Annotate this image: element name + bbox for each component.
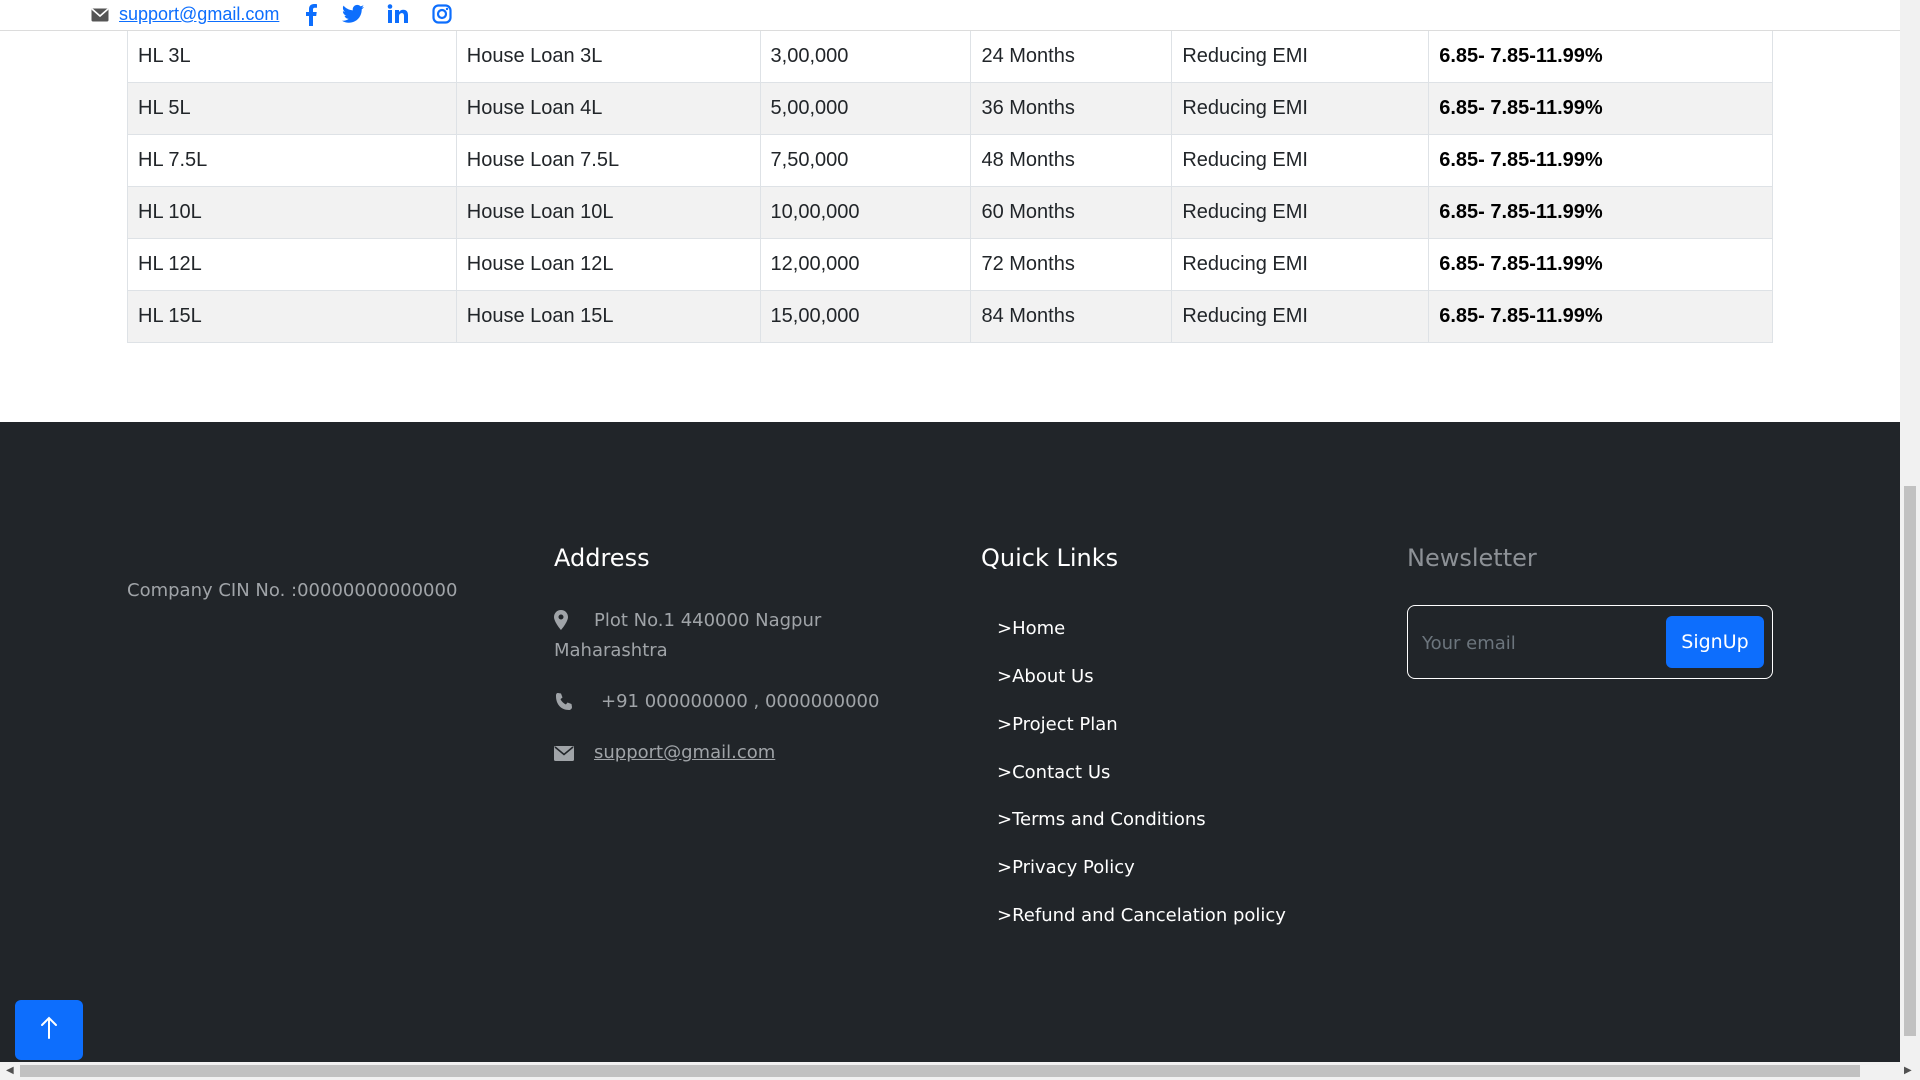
loan-amount-cell: 12,00,000: [759, 238, 972, 291]
instagram-icon[interactable]: [432, 4, 452, 29]
loan-name-cell: House Loan 4L: [455, 82, 761, 135]
table-row: HL 15L House Loan 15L 15,00,000 84 Months Re…: [127, 290, 1773, 343]
loan-code-cell: HL 3L: [127, 30, 457, 83]
interest-rate-cell: 6.85- 7.85-11.99%: [1428, 290, 1773, 343]
vertical-scroll-thumb[interactable]: [1904, 486, 1916, 1036]
scroll-left-icon[interactable]: ◀: [6, 1065, 14, 1076]
vertical-scrollbar[interactable]: [1900, 0, 1920, 1062]
newsletter-email-input[interactable]: [1420, 624, 1654, 662]
address-line-1: Plot No.1 440000 Nagpur: [594, 610, 822, 631]
quick-link-about-us[interactable]: >About Us: [997, 666, 1094, 687]
loan-name-cell: House Loan 10L: [455, 186, 761, 239]
facebook-icon[interactable]: [304, 4, 318, 31]
quick-link-project-plan[interactable]: >Project Plan: [997, 714, 1118, 735]
loan-tenure-cell: 72 Months: [970, 238, 1173, 291]
loan-amount-cell: 7,50,000: [759, 134, 972, 187]
phone-icon: [554, 692, 574, 716]
quick-link-contact-us[interactable]: >Contact Us: [997, 762, 1110, 783]
loan-code-cell: HL 10L: [127, 186, 457, 239]
back-to-top-button[interactable]: [15, 1000, 83, 1060]
top-email-link[interactable]: support@gmail.com: [119, 4, 279, 25]
loan-name-cell: House Loan 12L: [455, 238, 761, 291]
emi-type-cell: Reducing EMI: [1171, 290, 1430, 343]
loan-name-cell: House Loan 7.5L: [455, 134, 761, 187]
emi-type-cell: Reducing EMI: [1171, 186, 1430, 239]
loan-tenure-cell: 24 Months: [970, 30, 1173, 83]
horizontal-scrollbar[interactable]: ◀ ▶: [0, 1062, 1920, 1080]
company-cin: Company CIN No. :00000000000000: [127, 580, 458, 601]
loan-amount-cell: 10,00,000: [759, 186, 972, 239]
loan-code-cell: HL 7.5L: [127, 134, 457, 187]
table-row: HL 5L House Loan 4L 5,00,000 36 Months Reduc…: [127, 82, 1773, 135]
loan-tenure-cell: 36 Months: [970, 82, 1173, 135]
loan-tenure-cell: 60 Months: [970, 186, 1173, 239]
table-row: HL 10L House Loan 10L 10,00,000 60 Months Re…: [127, 186, 1773, 239]
loan-code-cell: HL 12L: [127, 238, 457, 291]
loan-table: HL 3L House Loan 3L 3,00,000 24 Months Reduc…: [127, 30, 1773, 343]
quick-links-heading: Quick Links: [981, 544, 1119, 572]
interest-rate-cell: 6.85- 7.85-11.99%: [1428, 30, 1773, 83]
table-row: HL 7.5L House Loan 7.5L 7,50,000 48 Months R…: [127, 134, 1773, 187]
envelope-icon: [91, 8, 109, 27]
interest-rate-cell: 6.85- 7.85-11.99%: [1428, 238, 1773, 291]
table-row: HL 12L House Loan 12L 12,00,000 72 Months Re…: [127, 238, 1773, 291]
top-bar: support@gmail.com: [0, 0, 1900, 31]
quick-link-refund[interactable]: >Refund and Cancelation policy: [997, 905, 1286, 926]
phone-number: +91 000000000 , 0000000000: [601, 691, 880, 712]
loan-table-container: HL 3L House Loan 3L 3,00,000 24 Months Reduc…: [127, 30, 1773, 343]
loan-code-cell: HL 15L: [127, 290, 457, 343]
interest-rate-cell: 6.85- 7.85-11.99%: [1428, 82, 1773, 135]
quick-link-home[interactable]: >Home: [997, 618, 1065, 639]
loan-amount-cell: 3,00,000: [759, 30, 972, 83]
envelope-icon: [554, 746, 574, 765]
interest-rate-cell: 6.85- 7.85-11.99%: [1428, 134, 1773, 187]
arrow-up-icon: [39, 1016, 59, 1045]
loan-code-cell: HL 5L: [127, 82, 457, 135]
newsletter-form: SignUp: [1407, 605, 1773, 679]
emi-type-cell: Reducing EMI: [1171, 238, 1430, 291]
quick-link-terms[interactable]: >Terms and Conditions: [997, 809, 1206, 830]
emi-type-cell: Reducing EMI: [1171, 30, 1430, 83]
quick-link-privacy[interactable]: >Privacy Policy: [997, 857, 1135, 878]
loan-name-cell: House Loan 3L: [455, 30, 761, 83]
address-heading: Address: [554, 544, 650, 572]
loan-tenure-cell: 48 Months: [970, 134, 1173, 187]
newsletter-heading: Newsletter: [1407, 544, 1537, 572]
address-line-2: Maharashtra: [554, 640, 668, 661]
map-marker-icon: [554, 610, 568, 634]
emi-type-cell: Reducing EMI: [1171, 82, 1430, 135]
twitter-icon[interactable]: [342, 4, 364, 29]
loan-tenure-cell: 84 Months: [970, 290, 1173, 343]
interest-rate-cell: 6.85- 7.85-11.99%: [1428, 186, 1773, 239]
table-row: HL 3L House Loan 3L 3,00,000 24 Months Reduc…: [127, 30, 1773, 83]
loan-amount-cell: 5,00,000: [759, 82, 972, 135]
loan-name-cell: House Loan 15L: [455, 290, 761, 343]
horizontal-scroll-thumb[interactable]: [20, 1065, 1860, 1077]
footer-email-link[interactable]: support@gmail.com: [594, 742, 775, 763]
scroll-right-icon[interactable]: ▶: [1904, 1065, 1912, 1076]
footer: Company CIN No. :00000000000000 Address …: [0, 422, 1900, 1062]
signup-button[interactable]: SignUp: [1666, 616, 1764, 668]
loan-amount-cell: 15,00,000: [759, 290, 972, 343]
linkedin-icon[interactable]: [387, 4, 409, 29]
emi-type-cell: Reducing EMI: [1171, 134, 1430, 187]
